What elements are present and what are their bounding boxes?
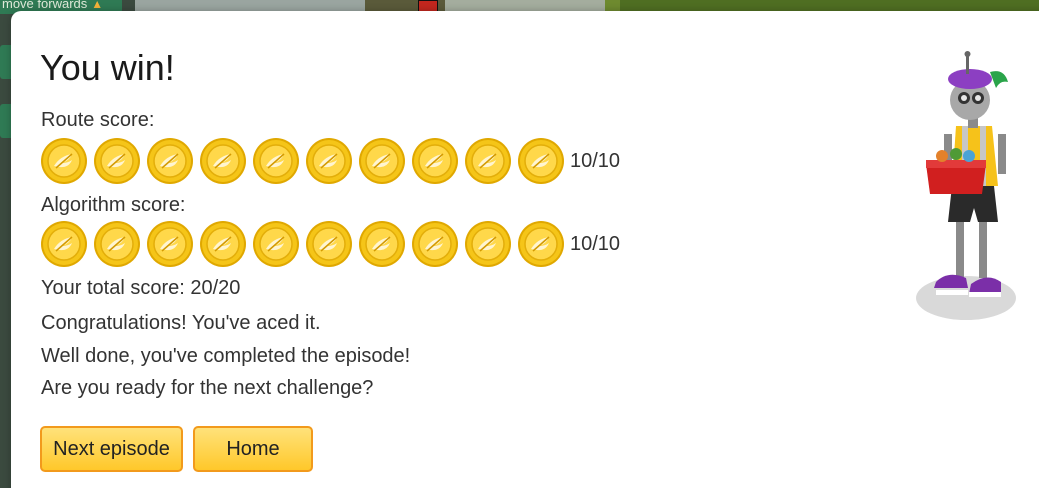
episode-complete-message: Well done, you've completed the episode! bbox=[41, 345, 411, 367]
route-score-coins: 10/10 bbox=[40, 135, 620, 187]
gold-coin-icon bbox=[199, 137, 247, 185]
next-episode-button[interactable]: Next episode bbox=[40, 426, 183, 472]
win-dialog: You win! Route score: 10/10 Algorithm sc… bbox=[11, 11, 1039, 488]
next-challenge-message: Are you ready for the next challenge? bbox=[41, 377, 374, 399]
gold-coin-icon bbox=[40, 137, 88, 185]
gold-coin-icon bbox=[252, 220, 300, 268]
gold-coin-icon bbox=[252, 137, 300, 185]
gold-coin-icon bbox=[93, 220, 141, 268]
gold-coin-icon bbox=[411, 137, 459, 185]
congratulations-message: Congratulations! You've aced it. bbox=[41, 312, 321, 334]
gold-coin-icon bbox=[40, 220, 88, 268]
gold-coin-icon bbox=[358, 137, 406, 185]
gold-coin-icon bbox=[146, 137, 194, 185]
gold-coin-icon bbox=[305, 137, 353, 185]
gold-coin-icon bbox=[517, 137, 565, 185]
gold-coin-icon bbox=[464, 137, 512, 185]
total-score: Your total score: 20/20 bbox=[41, 277, 241, 299]
dialog-title: You win! bbox=[40, 47, 175, 88]
gold-coin-icon bbox=[411, 220, 459, 268]
gold-coin-icon bbox=[305, 220, 353, 268]
robot-van-driver-icon bbox=[916, 51, 1016, 320]
gold-coin-icon bbox=[93, 137, 141, 185]
algorithm-score-label: Algorithm score: bbox=[41, 194, 186, 216]
algorithm-score-value: 10/10 bbox=[570, 232, 621, 255]
move-forwards-label: move forwards bbox=[2, 0, 88, 11]
gold-coin-icon bbox=[358, 220, 406, 268]
route-score-label: Route score: bbox=[41, 109, 155, 131]
gold-coin-icon bbox=[464, 220, 512, 268]
gold-coin-icon bbox=[199, 220, 247, 268]
arrow-up-icon: ▲ bbox=[91, 0, 104, 11]
gold-coin-icon bbox=[517, 220, 565, 268]
home-button[interactable]: Home bbox=[193, 426, 313, 472]
algorithm-score-coins: 10/10 bbox=[40, 218, 620, 270]
gold-coin-icon bbox=[146, 220, 194, 268]
route-score-value: 10/10 bbox=[570, 149, 621, 172]
